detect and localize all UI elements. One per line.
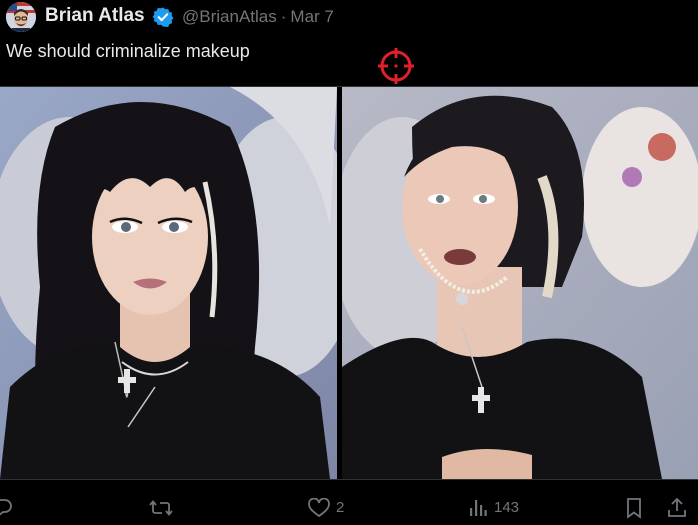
tweet-media — [0, 86, 698, 480]
author-handle[interactable]: @BrianAtlas — [182, 7, 277, 26]
heart-icon — [308, 497, 330, 517]
media-image-right[interactable] — [342, 87, 698, 479]
verified-badge-icon — [152, 7, 174, 28]
bookmark-icon — [627, 497, 641, 519]
tweet-actions: 2 143 — [0, 490, 698, 525]
views-button[interactable]: 143 — [468, 490, 519, 525]
author-name[interactable]: Brian Atlas — [45, 5, 145, 27]
views-icon — [470, 499, 487, 516]
media-image-left[interactable] — [0, 87, 337, 479]
separator: · — [280, 7, 287, 26]
reply-icon — [0, 498, 12, 516]
views-count: 143 — [494, 499, 520, 516]
reply-button[interactable] — [0, 490, 12, 525]
tweet-date[interactable]: Mar 7 — [290, 7, 333, 26]
crosshair-icon — [378, 48, 414, 84]
share-icon — [668, 497, 686, 517]
like-count: 2 — [336, 499, 345, 516]
bookmark-button[interactable] — [624, 490, 644, 525]
tweet-header: Brian Atlas @BrianAtlas · Mar 7 — [0, 0, 698, 36]
like-button[interactable]: 2 — [308, 490, 344, 525]
retweet-button[interactable] — [149, 490, 173, 525]
tweet-text: We should criminalize makeup — [6, 41, 250, 61]
retweet-icon — [149, 499, 173, 516]
handle-line: @BrianAtlas · Mar 7 — [182, 7, 334, 27]
share-button[interactable] — [666, 490, 688, 525]
avatar[interactable] — [6, 2, 36, 32]
